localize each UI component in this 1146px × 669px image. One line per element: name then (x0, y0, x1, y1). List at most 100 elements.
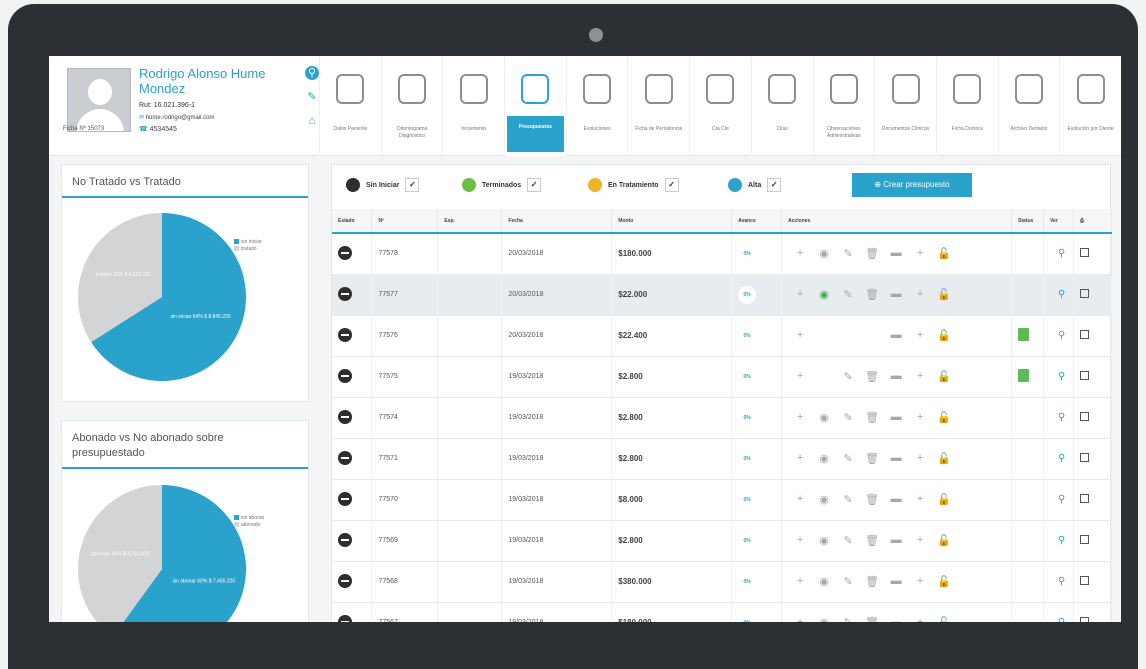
row-checkbox[interactable] (1079, 494, 1089, 503)
unlock-icon[interactable]: 🔓 (932, 616, 956, 622)
delete-icon[interactable]: 🗑 (860, 411, 884, 424)
add-icon[interactable]: + (908, 370, 932, 383)
add-icon[interactable]: + (908, 452, 932, 465)
view-icon[interactable]: ⚲ (1043, 356, 1074, 398)
tab-tooth-plus[interactable]: Incremento (442, 56, 504, 156)
table-row[interactable]: 77569 19/03/2018 $2.800 0% + ◉ ✎ 🗑 ▬ + 🔓 ⚲ (332, 520, 1113, 562)
unlock-icon[interactable]: 🔓 (932, 247, 956, 260)
plus-icon[interactable]: + (788, 534, 812, 547)
plus-icon[interactable]: + (788, 329, 812, 342)
view-icon[interactable]: ⚲ (1043, 602, 1074, 622)
tab-mail[interactable]: Documentos Clínicos (874, 56, 936, 156)
tab-tooth[interactable]: Odontograma Diagnóstico (380, 56, 443, 156)
plus-icon[interactable]: + (788, 247, 812, 260)
unlock-icon[interactable]: 🔓 (932, 370, 956, 383)
approve-icon[interactable] (812, 329, 836, 342)
message-icon[interactable]: ▬ (884, 493, 908, 506)
filter-checkbox[interactable]: ✓ (664, 178, 679, 192)
tab-clipboard[interactable]: Presupuestos (504, 56, 566, 156)
row-checkbox[interactable] (1079, 248, 1089, 258)
filter-checkbox[interactable]: ✓ (405, 178, 420, 192)
add-icon[interactable]: + (908, 288, 932, 301)
column-header[interactable]: Acciones (781, 209, 1013, 234)
row-checkbox[interactable] (1079, 330, 1089, 339)
add-icon[interactable]: + (908, 493, 932, 506)
tab-person[interactable]: Datos Paciente (319, 56, 381, 156)
add-icon[interactable]: + (908, 575, 932, 588)
row-checkbox[interactable] (1079, 412, 1089, 421)
table-row[interactable]: 77570 19/03/2018 $8.000 0% + ◉ ✎ 🗑 ▬ + 🔓 ⚲ (332, 479, 1113, 521)
plus-icon[interactable]: + (788, 452, 812, 465)
document-icon[interactable] (1018, 328, 1030, 341)
approve-icon[interactable]: ◉ (812, 247, 836, 260)
document-icon[interactable] (1018, 369, 1030, 382)
delete-icon[interactable]: 🗑 (860, 493, 884, 506)
tab-folder-tooth[interactable]: Ficha de Periodoncia (627, 56, 689, 156)
approve-icon[interactable]: ◉ (812, 411, 836, 424)
column-header[interactable]: Avance (731, 209, 783, 234)
edit-icon[interactable] (836, 329, 860, 342)
view-icon[interactable]: ⚲ (1043, 520, 1074, 562)
plus-icon[interactable]: + (788, 616, 812, 622)
add-icon[interactable]: + (908, 329, 932, 342)
message-icon[interactable]: ▬ (884, 575, 908, 588)
add-icon[interactable]: + (908, 534, 932, 547)
message-icon[interactable]: ▬ (884, 329, 908, 342)
table-row[interactable]: 7756719/03/2018$180.0000%+◉✎🗑▬+🔓⚲ (332, 602, 1113, 622)
edit-icon[interactable]: ✎ (836, 452, 860, 465)
approve-icon[interactable] (812, 370, 836, 383)
column-header[interactable]: Estado (332, 209, 373, 234)
filter-alta[interactable]: Alta ✓ (728, 175, 782, 195)
delete-icon[interactable]: 🗑 (860, 452, 884, 465)
table-row[interactable]: 77578 20/03/2018 $180.000 0% + ◉ ✎ 🗑 ▬ + 🔓 ⚲ (332, 233, 1113, 275)
tab-chat[interactable]: Observaciones Administrativas (812, 56, 875, 156)
edit-icon[interactable]: ✎ (836, 575, 860, 588)
column-header[interactable]: Esp. (437, 209, 503, 234)
approve-icon[interactable]: ◉ (812, 534, 836, 547)
edit-icon[interactable]: ✎ (836, 411, 860, 424)
message-icon[interactable]: ▬ (884, 452, 908, 465)
unlock-icon[interactable]: 🔓 (932, 288, 956, 301)
plus-icon[interactable]: + (788, 370, 812, 383)
tab-file[interactable]: Archivo Dentario (997, 56, 1060, 156)
table-row[interactable]: 77574 19/03/2018 $2.800 0% + ◉ ✎ 🗑 ▬ + 🔓 ⚲ (332, 397, 1113, 439)
delete-icon[interactable] (860, 329, 884, 342)
message-icon[interactable]: ▬ (884, 288, 908, 301)
unlock-icon[interactable]: 🔓 (932, 329, 956, 342)
view-icon[interactable]: ⚲ (1043, 397, 1074, 439)
delete-icon[interactable]: 🗑 (860, 288, 884, 301)
add-icon[interactable]: + (908, 411, 932, 424)
search-patient-icon[interactable]: ⚲ (305, 66, 319, 80)
create-budget-button[interactable]: ⊕ Crear presupuesto (852, 173, 972, 197)
unlock-icon[interactable]: 🔓 (932, 493, 956, 506)
message-icon[interactable]: ▬ (884, 411, 908, 424)
approve-icon[interactable]: ◉ (812, 493, 836, 506)
table-row[interactable]: 77575 19/03/2018 $2.800 0% + ✎ 🗑 ▬ + 🔓 ⚲ (332, 356, 1113, 398)
delete-icon[interactable]: 🗑 (860, 247, 884, 260)
view-icon[interactable]: ⚲ (1043, 315, 1074, 357)
plus-icon[interactable]: + (788, 288, 812, 301)
row-checkbox[interactable] (1079, 371, 1089, 380)
view-icon[interactable]: ⚲ (1043, 479, 1074, 521)
add-icon[interactable]: + (908, 247, 932, 260)
add-icon[interactable]: + (908, 616, 932, 622)
edit-icon[interactable]: ✎ (836, 370, 860, 383)
plus-icon[interactable]: + (788, 411, 812, 424)
edit-icon[interactable]: ✎ (305, 90, 319, 104)
message-icon[interactable]: ▬ (884, 247, 908, 260)
unlock-icon[interactable]: 🔓 (932, 575, 956, 588)
delete-icon[interactable]: 🗑 (860, 575, 884, 588)
tab-phone-file[interactable]: Evolución por Diente (1059, 56, 1121, 156)
filter-checkbox[interactable]: ✓ (527, 178, 542, 192)
view-icon[interactable]: ⚲ (1043, 233, 1074, 275)
filter-sin-iniciar[interactable]: Sin Iniciar ✓ (346, 175, 420, 195)
view-icon[interactable]: ⚲ (1043, 561, 1074, 603)
column-header[interactable]: Nº (371, 209, 439, 234)
home-icon[interactable]: ⌂ (305, 114, 319, 128)
approve-icon[interactable]: ◉ (812, 288, 836, 301)
delete-icon[interactable]: 🗑 (860, 534, 884, 547)
tab-doctor[interactable]: Ficha Doctora (935, 56, 998, 156)
unlock-icon[interactable]: 🔓 (932, 452, 956, 465)
table-row[interactable]: 77577 20/03/2018 $22.000 0% + ◉ ✎ 🗑 ▬ + 🔓 ⚲ (332, 274, 1113, 316)
edit-icon[interactable]: ✎ (836, 247, 860, 260)
